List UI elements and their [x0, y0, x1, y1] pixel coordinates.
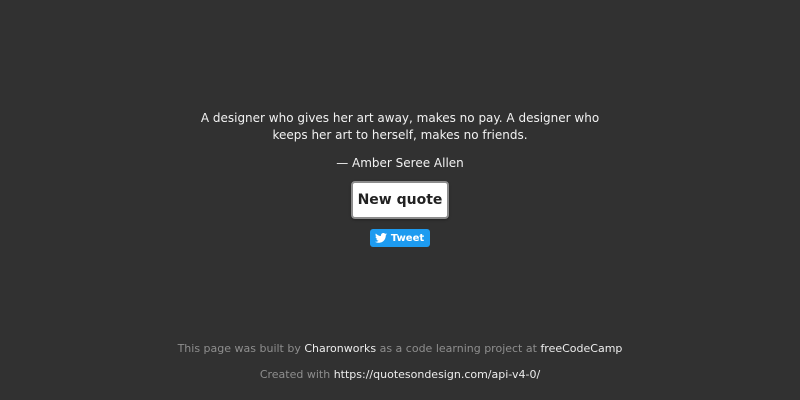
quote-box: A designer who gives her art away, makes…	[0, 110, 800, 247]
quote-text: A designer who gives her art away, makes…	[200, 111, 600, 142]
page: A designer who gives her art away, makes…	[0, 0, 800, 400]
api-link[interactable]: https://quotesondesign.com/api-v4-0/	[334, 368, 540, 381]
tweet-button[interactable]: Tweet	[369, 229, 431, 247]
author-link[interactable]: Charonworks	[304, 342, 376, 355]
footer-credits-prefix: This page was built by	[177, 342, 301, 355]
new-quote-button[interactable]: New quote	[351, 181, 449, 219]
quote-author: — Amber Seree Allen	[336, 156, 464, 170]
footer-credits-middle: as a code learning project at	[379, 342, 537, 355]
twitter-bird-icon	[374, 233, 387, 243]
footer-api-prefix: Created with	[259, 368, 331, 381]
freecodecamp-link[interactable]: freeCodeCamp	[540, 342, 622, 355]
footer-credits: This page was built by Charonworks as a …	[0, 342, 800, 356]
tweet-label: Tweet	[390, 232, 425, 244]
footer-api: Created with https://quotesondesign.com/…	[0, 368, 800, 382]
